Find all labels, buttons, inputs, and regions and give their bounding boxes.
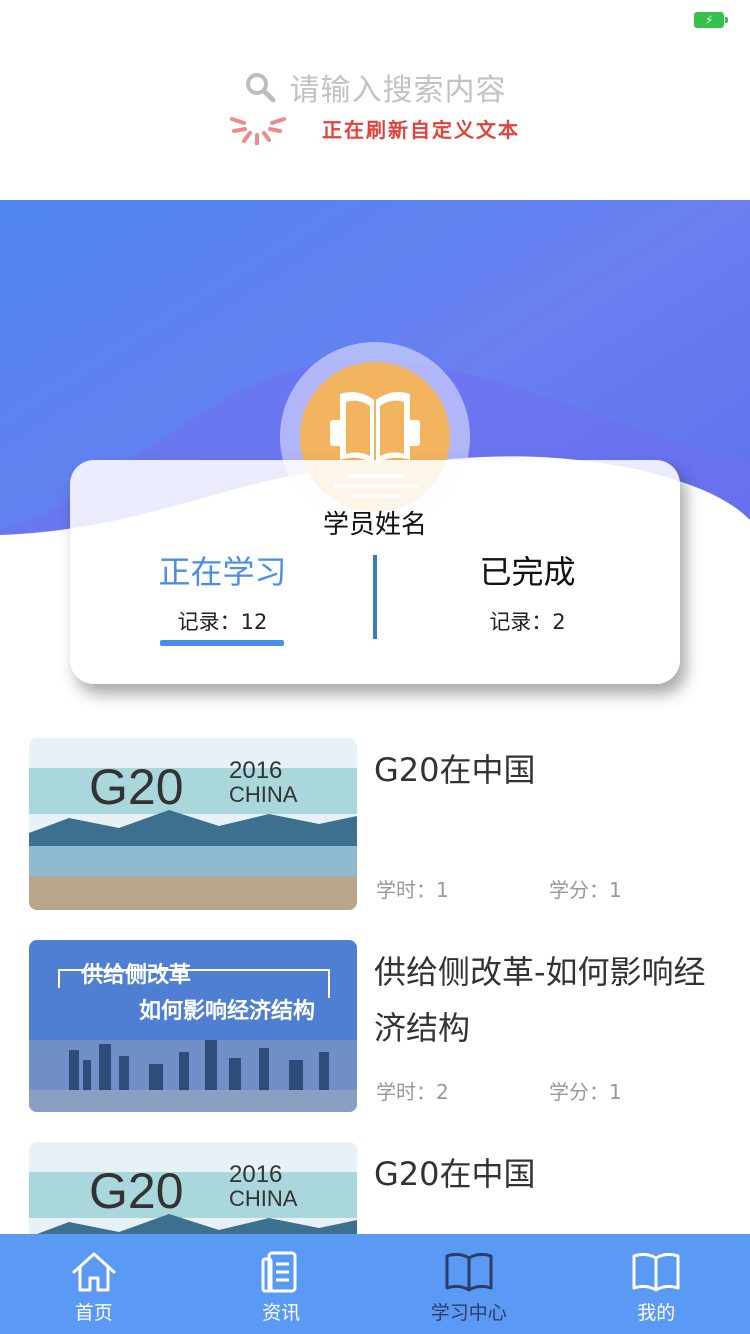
tabbar-label: 首页 [74,1302,113,1324]
thumb-g20-text: G20 [89,1163,184,1219]
course-thumbnail: 供给侧改革 如何影响经济结构 [29,940,357,1112]
course-title: 供给侧改革-如何影响经济结构 [374,953,706,1047]
learning-status-card: 学员姓名 正在学习 记录：12 已完成 记录：2 [70,460,680,684]
bottom-tab-bar: 首页 资讯 学习中心 我的 [0,1234,750,1334]
thumb-china-text: CHINA [229,1186,298,1211]
tab-title: 已完成 [479,553,576,591]
active-tab-underline [160,640,284,646]
course-item[interactable]: G20 2016 CHINA G20在中国 学时：1 学分：1 [0,738,750,912]
tabbar-label: 资讯 [262,1302,301,1324]
course-hours: 学时：1 [376,878,449,902]
course-title: G20在中国 [374,1155,536,1193]
course-credit: 学分：1 [549,878,622,902]
book-icon [632,1252,680,1292]
tabbar-item-learning-center[interactable]: 学习中心 [375,1234,563,1334]
tabbar-label: 学习中心 [430,1302,507,1324]
course-thumbnail: G20 2016 CHINA [29,738,357,910]
tab-in-progress[interactable]: 正在学习 记录：12 [70,552,375,646]
tab-title: 正在学习 [158,553,287,591]
course-item[interactable]: 供给侧改革 如何影响经济结构 供给侧改革-如何影响经济结构 学时：2 学分：1 [0,940,750,1114]
tab-completed[interactable]: 已完成 记录：2 [375,552,680,636]
tab-record-count: 记录：2 [489,610,566,634]
thumb-year-text: 2016 [229,757,282,784]
book-icon [445,1252,493,1292]
tabbar-label: 我的 [637,1302,676,1324]
tabbar-item-news[interactable]: 资讯 [188,1234,376,1334]
course-hours: 学时：2 [376,1080,449,1104]
thumb-g20-text: G20 [89,759,184,815]
course-title: G20在中国 [374,751,536,789]
tabbar-item-mine[interactable]: 我的 [563,1234,750,1334]
refresh-indicator: 正在刷新自定义文本 [0,110,750,146]
refresh-text: 正在刷新自定义文本 [322,117,520,142]
tab-record-count: 记录：12 [177,610,268,634]
search-input[interactable]: 请输入搜索内容 [290,65,507,109]
thumb-year-text: 2016 [229,1161,282,1188]
thumb-china-text: CHINA [229,782,298,807]
battery-icon: ⚡ [694,12,728,28]
loading-spinner-icon [230,117,286,145]
student-name: 学员姓名 [322,510,427,540]
course-credit: 学分：1 [549,1080,622,1104]
thumb-title-text: 供给侧改革 [80,962,191,988]
search-bar[interactable]: 请输入搜索内容 [0,62,750,112]
search-icon [245,73,275,103]
tabbar-item-home[interactable]: 首页 [0,1234,188,1334]
home-icon [72,1252,116,1292]
thumb-subtitle-text: 如何影响经济结构 [139,998,315,1024]
news-icon [261,1251,297,1293]
